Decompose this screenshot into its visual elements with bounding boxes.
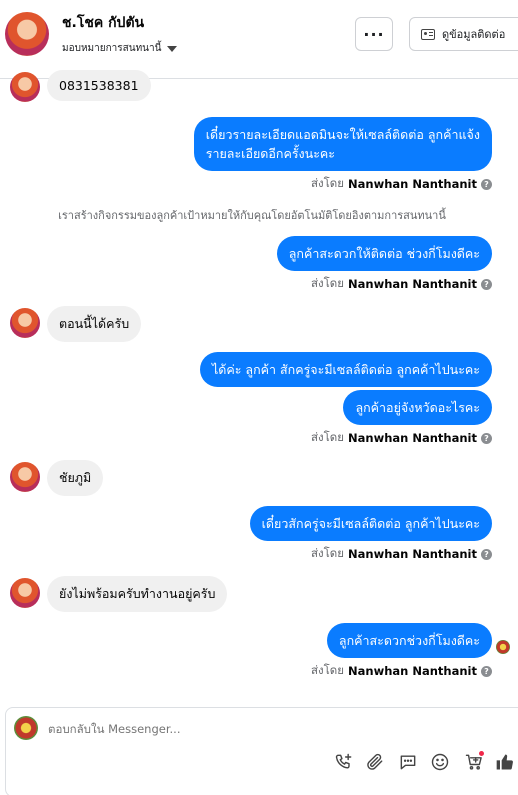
message-text-line: รายละเอียดอีกครั้งนะคะ <box>205 146 335 161</box>
sent-by-prefix: ส่งโดย <box>310 276 345 290</box>
message-text: ตอนนี้ได้ครับ <box>59 316 130 331</box>
sent-by-label: ส่งโดย Nanwhan Nanthanit ? <box>311 662 492 680</box>
incoming-message[interactable]: ตอนนี้ได้ครับ <box>47 306 142 342</box>
sent-by-name[interactable]: Nanwhan Nanthanit <box>348 277 477 291</box>
outgoing-message[interactable]: ลูกค้าสะดวกให้ติดต่อ ช่วงกี่โมงดีคะ <box>276 236 492 271</box>
outgoing-message[interactable]: เดี๋ยวรายละเอียดแอดมินจะให้เซลล์ติดต่อ ล… <box>193 117 492 171</box>
saved-replies-icon[interactable] <box>397 751 419 773</box>
cart-notification-badge <box>478 750 485 757</box>
help-icon[interactable]: ? <box>481 432 492 444</box>
composer-toolbar <box>6 750 518 775</box>
sent-by-prefix: ส่งโดย <box>310 176 345 190</box>
incoming-message[interactable]: ยังไม่พร้อมครับทำงานอยู่ครับ <box>47 576 228 612</box>
emoji-icon[interactable] <box>429 751 451 773</box>
sent-by-prefix: ส่งโดย <box>310 663 345 677</box>
sender-avatar[interactable] <box>10 72 40 102</box>
message-text: ยังไม่พร้อมครับทำงานอยู่ครับ <box>59 586 216 601</box>
incoming-message[interactable]: 0831538381 <box>47 70 151 101</box>
sent-by-name[interactable]: Nanwhan Nanthanit <box>348 547 477 561</box>
more-options-button[interactable]: ··· <box>355 17 393 51</box>
attachment-icon[interactable] <box>364 751 386 773</box>
outgoing-message[interactable]: ลูกค้าสะดวกช่วงกี่โมงดีคะ <box>326 623 492 658</box>
like-icon[interactable] <box>494 751 516 773</box>
cart-icon[interactable] <box>463 750 485 773</box>
caret-down-icon <box>167 45 178 52</box>
sender-avatar[interactable] <box>10 578 40 608</box>
sent-by-label: ส่งโดย Nanwhan Nanthanit ? <box>311 429 492 447</box>
message-text: ลูกค้าสะดวกให้ติดต่อ ช่วงกี่โมงดีคะ <box>288 246 480 261</box>
conversation-header: ช.โชค กัปตัน มอบหมายการสนทนานี้ ··· ดูข้… <box>0 0 518 79</box>
message-text: ชัยภูมิ <box>59 470 92 485</box>
sent-by-prefix: ส่งโดย <box>310 546 345 560</box>
view-contact-info-button[interactable]: ดูข้อมูลติดต่อ <box>409 17 518 51</box>
sender-avatar[interactable] <box>10 308 40 338</box>
reply-composer <box>5 707 518 795</box>
page-avatar <box>14 716 38 740</box>
sent-by-name[interactable]: Nanwhan Nanthanit <box>348 664 477 678</box>
contact-avatar[interactable] <box>5 12 49 56</box>
help-icon[interactable]: ? <box>481 178 492 190</box>
message-text: ลูกค้าอยู่จังหวัดอะไรคะ <box>355 400 480 415</box>
system-note: เราสร้างกิจกรรมของลูกค้าเป้าหมายให้กับคุ… <box>58 209 446 222</box>
outgoing-message[interactable]: ได้ค่ะ ลูกค้า สักครู่จะมีเซลล์ติดต่อ ลูก… <box>199 352 492 387</box>
sent-by-name[interactable]: Nanwhan Nanthanit <box>348 177 477 191</box>
view-contact-info-label: ดูข้อมูลติดต่อ <box>442 28 506 41</box>
message-text: 0831538381 <box>59 78 139 93</box>
sent-by-name[interactable]: Nanwhan Nanthanit <box>348 431 477 445</box>
contact-name[interactable]: ช.โชค กัปตัน <box>62 12 144 34</box>
reply-input[interactable] <box>48 722 428 736</box>
message-text: เดี๋ยวสักครู่จะมีเซลล์ติดต่อ ลูกค้าไปนะค… <box>261 516 480 531</box>
assign-conversation-dropdown[interactable]: มอบหมายการสนทนานี้ <box>62 41 178 56</box>
incoming-message[interactable]: ชัยภูมิ <box>47 460 104 496</box>
phone-plus-icon[interactable] <box>333 751 355 773</box>
message-text: ลูกค้าสะดวกช่วงกี่โมงดีคะ <box>338 633 480 648</box>
message-text-line: เดี๋ยวรายละเอียดแอดมินจะให้เซลล์ติดต่อ ล… <box>205 127 480 142</box>
sent-by-prefix: ส่งโดย <box>310 430 345 444</box>
assign-label: มอบหมายการสนทนานี้ <box>62 43 162 54</box>
help-icon[interactable]: ? <box>481 665 492 677</box>
id-card-icon <box>421 28 435 40</box>
outgoing-message[interactable]: เดี๋ยวสักครู่จะมีเซลล์ติดต่อ ลูกค้าไปนะค… <box>249 506 492 541</box>
help-icon[interactable]: ? <box>481 548 492 560</box>
sent-by-label: ส่งโดย Nanwhan Nanthanit ? <box>311 545 492 563</box>
sent-by-label: ส่งโดย Nanwhan Nanthanit ? <box>311 275 492 293</box>
message-text: ได้ค่ะ ลูกค้า สักครู่จะมีเซลล์ติดต่อ ลูก… <box>211 362 480 377</box>
more-dots-icon: ··· <box>363 24 385 44</box>
sent-by-label: ส่งโดย Nanwhan Nanthanit ? <box>311 175 492 193</box>
sender-avatar[interactable] <box>10 462 40 492</box>
outgoing-message[interactable]: ลูกค้าอยู่จังหวัดอะไรคะ <box>343 390 492 425</box>
help-icon[interactable]: ? <box>481 278 492 290</box>
seen-receipt-avatar <box>496 640 510 654</box>
